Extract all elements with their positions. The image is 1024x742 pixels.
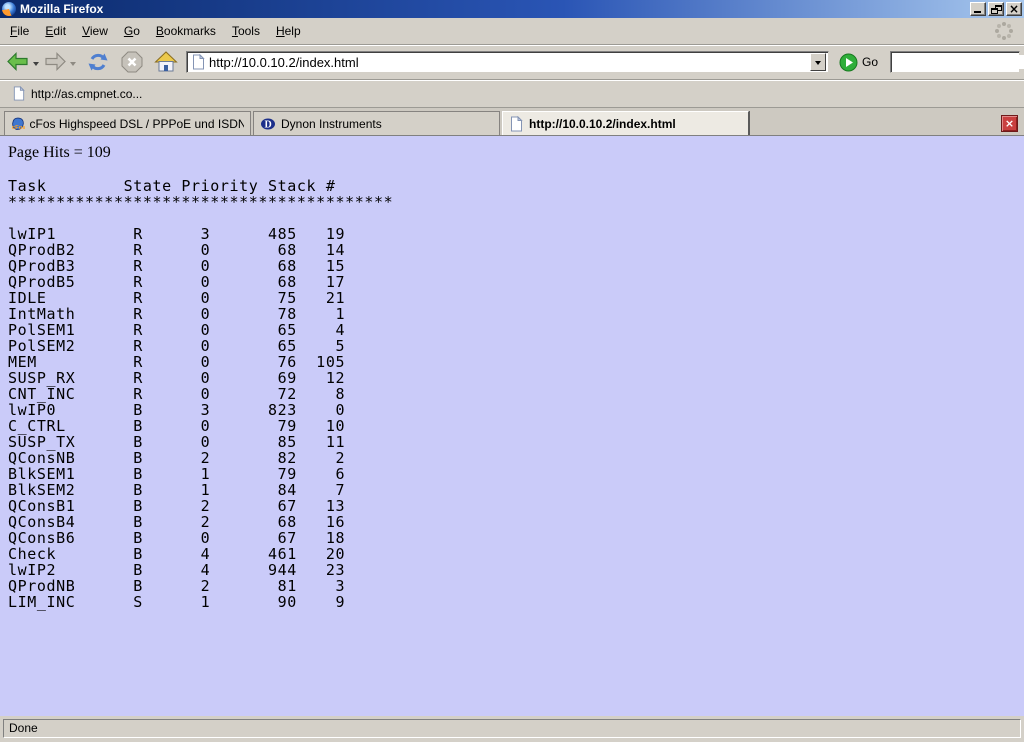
bookmark-label: http://as.cmpnet.co... bbox=[31, 87, 142, 101]
browser-window: Mozilla Firefox × FileEditViewGoBookmark… bbox=[0, 0, 1024, 742]
url-dropdown-button[interactable] bbox=[810, 53, 826, 71]
tab-label: cFos Highspeed DSL / PPPoE und ISDN CAP.… bbox=[30, 117, 244, 131]
close-tab-button[interactable]: × bbox=[1001, 115, 1018, 132]
stop-icon bbox=[120, 50, 144, 74]
menu-bar: FileEditViewGoBookmarksToolsHelp bbox=[0, 18, 1024, 45]
menu-bookmarks[interactable]: Bookmarks bbox=[148, 20, 224, 42]
go-button[interactable]: Go bbox=[835, 53, 882, 72]
url-input[interactable] bbox=[209, 55, 807, 70]
page-icon bbox=[509, 116, 524, 132]
page-content: Page Hits = 109 Task State Priority Stac… bbox=[0, 136, 1024, 716]
forward-dropdown[interactable] bbox=[70, 62, 76, 69]
url-bar bbox=[186, 51, 829, 73]
go-icon bbox=[839, 53, 858, 72]
menu-view[interactable]: View bbox=[74, 20, 116, 42]
menu-edit[interactable]: Edit bbox=[37, 20, 74, 42]
back-icon bbox=[6, 51, 30, 73]
search-input[interactable] bbox=[895, 55, 1024, 69]
search-box: G bbox=[890, 51, 1020, 73]
window-title: Mozilla Firefox bbox=[20, 2, 103, 16]
status-bar: Done bbox=[0, 716, 1024, 742]
navigation-toolbar: Go G bbox=[0, 45, 1024, 80]
reload-icon bbox=[86, 50, 110, 74]
tab-label: Dynon Instruments bbox=[281, 117, 382, 131]
restore-button[interactable] bbox=[988, 2, 1004, 16]
forward-icon bbox=[43, 51, 67, 73]
menu-file[interactable]: File bbox=[2, 20, 37, 42]
page-hits-text: Page Hits = 109 bbox=[8, 144, 1016, 162]
close-button[interactable]: × bbox=[1006, 2, 1022, 16]
forward-button[interactable] bbox=[41, 49, 69, 75]
status-panel: Done bbox=[3, 719, 1021, 738]
back-button[interactable] bbox=[4, 49, 32, 75]
cfos-icon: cFos bbox=[11, 116, 25, 132]
bookmarks-toolbar: http://as.cmpnet.co... bbox=[0, 80, 1024, 108]
chevron-down-icon bbox=[815, 61, 821, 68]
title-bar: Mozilla Firefox × bbox=[0, 0, 1024, 18]
stop-button[interactable] bbox=[118, 48, 146, 76]
status-text: Done bbox=[9, 721, 38, 735]
tab-label: http://10.0.10.2/index.html bbox=[529, 117, 676, 131]
back-dropdown[interactable] bbox=[33, 62, 39, 69]
svg-text:D: D bbox=[265, 119, 272, 130]
bookmark-item[interactable]: http://as.cmpnet.co... bbox=[8, 84, 146, 103]
page-icon bbox=[12, 86, 26, 101]
close-icon: × bbox=[1009, 4, 1019, 14]
home-icon bbox=[154, 50, 178, 74]
tab-index-html[interactable]: http://10.0.10.2/index.html bbox=[502, 111, 749, 135]
go-label: Go bbox=[862, 55, 878, 69]
dynon-icon: D bbox=[260, 116, 276, 132]
task-table: Task State Priority Stack # ************… bbox=[8, 178, 1016, 610]
home-button[interactable] bbox=[152, 48, 180, 76]
tab-cfos[interactable]: cFos cFos Highspeed DSL / PPPoE und ISDN… bbox=[4, 111, 251, 135]
throbber-icon bbox=[992, 19, 1016, 43]
close-icon: × bbox=[1005, 118, 1014, 129]
tab-dynon[interactable]: D Dynon Instruments bbox=[253, 111, 500, 135]
menu-tools[interactable]: Tools bbox=[224, 20, 268, 42]
firefox-icon bbox=[2, 2, 16, 16]
minimize-button[interactable] bbox=[970, 2, 986, 16]
minimize-icon bbox=[974, 11, 981, 13]
svg-text:cFos: cFos bbox=[12, 125, 25, 131]
tab-bar: cFos cFos Highspeed DSL / PPPoE und ISDN… bbox=[0, 108, 1024, 136]
page-icon bbox=[191, 54, 206, 70]
menu-go[interactable]: Go bbox=[116, 20, 148, 42]
reload-button[interactable] bbox=[84, 48, 112, 76]
window-controls: × bbox=[970, 2, 1022, 16]
menu-help[interactable]: Help bbox=[268, 20, 309, 42]
